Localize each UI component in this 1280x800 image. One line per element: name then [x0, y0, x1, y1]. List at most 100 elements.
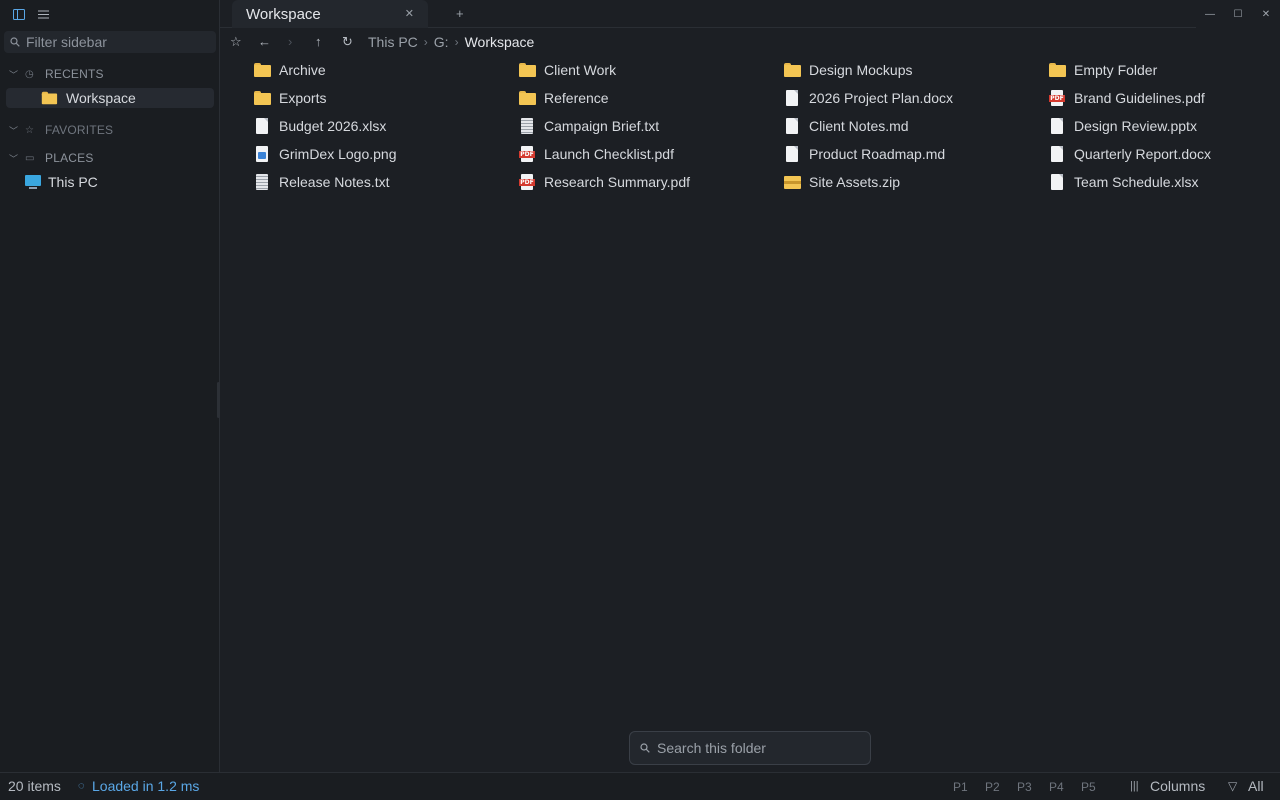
search-folder-input[interactable]	[657, 740, 857, 756]
main-pane: Workspace ✕ + ☆ ← › ↑ ↻ This PC › G: › W…	[220, 0, 1280, 772]
file-item[interactable]: Product Roadmap.md	[783, 144, 945, 164]
folder-item[interactable]: Reference	[518, 88, 609, 108]
pane-button-p4[interactable]: P4	[1049, 780, 1064, 794]
file-item[interactable]: Client Notes.md	[783, 116, 909, 136]
file-item[interactable]: GrimDex Logo.png	[253, 144, 397, 164]
file-name: Exports	[279, 90, 327, 106]
breadcrumb-current[interactable]: Workspace	[465, 34, 535, 50]
section-recents[interactable]: ﹀ ◷ RECENTS	[0, 64, 220, 84]
file-name: Reference	[544, 90, 609, 106]
folder-item[interactable]: Client Work	[518, 60, 616, 80]
up-arrow-icon[interactable]: ↑	[315, 34, 322, 49]
document-icon	[1048, 174, 1066, 190]
clock-icon: ◷	[25, 68, 34, 80]
menu-icon[interactable]	[35, 6, 51, 22]
file-name: Quarterly Report.docx	[1074, 146, 1211, 162]
chevron-down-icon: ﹀	[9, 153, 19, 164]
section-favorites-label: FAVORITES	[45, 123, 114, 137]
maximize-icon[interactable]: ☐	[1224, 0, 1252, 28]
pane-button-p5[interactable]: P5	[1081, 780, 1096, 794]
folder-item[interactable]: Archive	[253, 60, 326, 80]
folder-icon	[253, 90, 271, 106]
breadcrumb-separator: ›	[454, 35, 459, 49]
sidebar: ﹀ ◷ RECENTS Workspace ﹀ ☆ FAVORITES ﹀ ▭ …	[0, 0, 220, 772]
file-item[interactable]: Research Summary.pdf	[518, 172, 690, 192]
breadcrumb-item[interactable]: This PC	[368, 34, 418, 50]
chevron-down-icon: ﹀	[9, 125, 19, 136]
item-count: 20 items	[8, 778, 61, 794]
file-name: Design Review.pptx	[1074, 118, 1197, 134]
folder-item[interactable]: Design Mockups	[783, 60, 913, 80]
pdf-icon	[1048, 90, 1066, 106]
columns-button[interactable]: Columns	[1150, 778, 1205, 794]
document-icon	[783, 118, 801, 134]
folder-item[interactable]: Exports	[253, 88, 326, 108]
folder-item[interactable]: Empty Folder	[1048, 60, 1157, 80]
section-favorites[interactable]: ﹀ ☆ FAVORITES	[0, 120, 220, 140]
file-name: Design Mockups	[809, 62, 913, 78]
folder-icon	[1048, 62, 1066, 78]
pdf-icon	[518, 174, 536, 190]
document-icon	[253, 118, 271, 134]
filter-sidebar-input[interactable]	[26, 34, 206, 50]
filter-sidebar[interactable]	[4, 31, 216, 53]
file-name: Budget 2026.xlsx	[279, 118, 387, 134]
document-icon	[1048, 118, 1066, 134]
file-name: Team Schedule.xlsx	[1074, 174, 1199, 190]
file-item[interactable]: Site Assets.zip	[783, 172, 900, 192]
sidebar-item-workspace[interactable]: Workspace	[6, 88, 214, 108]
back-arrow-icon[interactable]: ←	[258, 34, 271, 49]
star-icon: ☆	[25, 124, 35, 136]
chevron-down-icon: ﹀	[9, 69, 19, 80]
zip-archive-icon	[783, 174, 801, 190]
columns-icon[interactable]: |||	[1130, 780, 1139, 792]
filter-all-button[interactable]: All	[1248, 778, 1264, 794]
star-icon[interactable]: ☆	[230, 34, 242, 50]
sidebar-item-this-pc[interactable]: This PC	[24, 172, 214, 192]
refresh-icon[interactable]: ↻	[342, 34, 353, 50]
folder-icon	[253, 62, 271, 78]
document-icon	[783, 90, 801, 106]
file-item[interactable]: Quarterly Report.docx	[1048, 144, 1211, 164]
pane-button-p1[interactable]: P1	[953, 780, 968, 794]
file-name: Client Work	[544, 62, 617, 78]
file-item[interactable]: Brand Guidelines.pdf	[1048, 88, 1205, 108]
file-name: Empty Folder	[1074, 62, 1158, 78]
forward-arrow-icon[interactable]: ›	[288, 34, 292, 49]
folder-icon	[783, 62, 801, 78]
breadcrumb: This PC › G: › Workspace	[368, 34, 534, 50]
navigation-bar: ☆ ← › ↑ ↻ This PC › G: › Workspace	[220, 28, 1280, 56]
section-places[interactable]: ﹀ ▭ PLACES	[0, 148, 220, 168]
tab-workspace[interactable]: Workspace ✕	[232, 0, 428, 28]
file-name: Site Assets.zip	[809, 174, 901, 190]
text-file-icon	[253, 174, 271, 190]
file-name: Release Notes.txt	[279, 174, 390, 190]
file-item[interactable]: Budget 2026.xlsx	[253, 116, 386, 136]
document-icon	[783, 146, 801, 162]
new-tab-button[interactable]: +	[456, 6, 464, 21]
file-item[interactable]: Team Schedule.xlsx	[1048, 172, 1199, 192]
file-item[interactable]: Launch Checklist.pdf	[518, 144, 674, 164]
monitor-icon: ▭	[25, 152, 35, 164]
section-places-label: PLACES	[45, 151, 94, 165]
filter-icon[interactable]: ▽	[1228, 779, 1237, 793]
status-bar: 20 items ◌ Loaded in 1.2 ms P1 P2 P3 P4 …	[0, 772, 1280, 800]
file-name: Archive	[279, 62, 326, 78]
folder-icon	[41, 91, 58, 105]
minimize-icon[interactable]: —	[1196, 0, 1224, 28]
file-item[interactable]: Release Notes.txt	[253, 172, 390, 192]
search-folder[interactable]	[629, 731, 871, 765]
sidebar-item-label: This PC	[48, 174, 98, 190]
file-item[interactable]: Design Review.pptx	[1048, 116, 1197, 136]
breadcrumb-item[interactable]: G:	[434, 34, 449, 50]
pane-button-p2[interactable]: P2	[985, 780, 1000, 794]
file-name: Brand Guidelines.pdf	[1074, 90, 1205, 106]
pane-button-p3[interactable]: P3	[1017, 780, 1032, 794]
sidebar-toggle-icon[interactable]	[11, 6, 27, 22]
file-item[interactable]: Campaign Brief.txt	[518, 116, 659, 136]
window-controls: — ☐ ✕	[1196, 0, 1280, 28]
close-window-icon[interactable]: ✕	[1252, 0, 1280, 28]
file-item[interactable]: 2026 Project Plan.docx	[783, 88, 953, 108]
close-icon[interactable]: ✕	[405, 7, 414, 20]
tab-bar: Workspace ✕ +	[220, 0, 1196, 28]
